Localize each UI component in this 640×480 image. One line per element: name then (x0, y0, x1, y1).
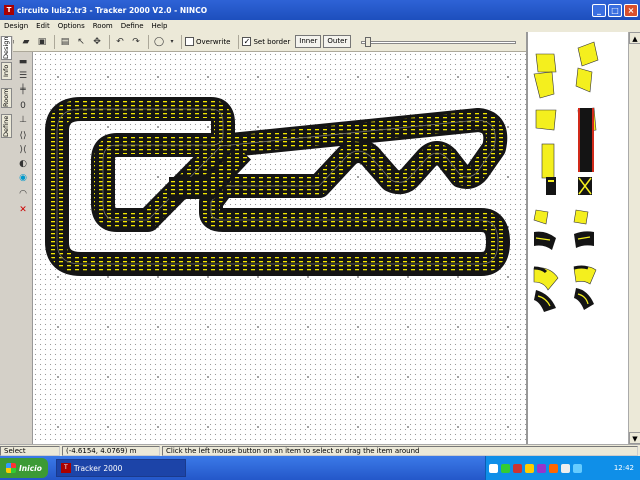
rotate-icon[interactable]: ◐ (16, 158, 30, 170)
open-folder-icon[interactable]: ▰ (19, 35, 33, 49)
palette-curve-mixed-2[interactable] (573, 265, 597, 285)
set-border-checkbox-box[interactable]: ✓ (242, 37, 252, 46)
tray-icon-4[interactable] (525, 463, 534, 473)
windows-logo-icon (6, 463, 16, 473)
piece-palette: ▲ ▼ (526, 32, 640, 444)
taskbar-app-button[interactable]: T Tracker 2000 (55, 459, 186, 477)
slider-thumb[interactable] (365, 36, 372, 47)
lane-markings (48, 100, 507, 273)
network-icon[interactable] (573, 463, 582, 473)
design-canvas[interactable] (33, 52, 526, 444)
delete-icon[interactable]: ✕ (16, 204, 30, 216)
maximize-icon[interactable]: □ (608, 3, 622, 17)
palette-curve-dark-1[interactable] (534, 231, 556, 250)
menu-edit[interactable]: Edit (32, 22, 54, 30)
palette-curve-piece-2[interactable] (577, 41, 599, 67)
minimize-icon[interactable]: _ (592, 3, 606, 17)
tab-design[interactable]: Design (1, 36, 12, 60)
tab-room[interactable]: Room (1, 88, 12, 108)
circle-tool-icon[interactable]: ◯ (152, 35, 166, 49)
palette-scrollbar[interactable]: ▲ ▼ (628, 32, 640, 444)
taskbar: Inicio T Tracker 2000 12:42 (0, 456, 640, 480)
toolbar-divider (109, 34, 110, 49)
title-bar: T circuito luis2.tr3 - Tracker 2000 V2.0… (0, 0, 640, 20)
palette-curve-piece-3[interactable] (533, 71, 555, 99)
tray-icon-3[interactable] (513, 463, 522, 473)
inner-button[interactable]: Inner (295, 35, 322, 48)
toolbar-divider (54, 34, 55, 49)
palette-curve-piece-4[interactable] (575, 67, 593, 93)
overwrite-checkbox[interactable]: Overwrite (185, 37, 230, 46)
status-hint: Click the left mouse button on an item t… (162, 445, 638, 456)
close-icon[interactable]: × (624, 3, 638, 17)
status-mode: Select (0, 445, 60, 456)
overwrite-checkbox-box[interactable] (185, 37, 194, 46)
palette-cross-piece[interactable] (578, 177, 592, 195)
undo-icon[interactable]: ↶ (113, 35, 127, 49)
oval-piece-icon[interactable]: 0 (16, 100, 30, 112)
tray-icon-5[interactable] (537, 463, 546, 473)
flip-icon[interactable]: ⟨⟩ (16, 130, 30, 142)
mirror-icon[interactable]: ⟩⟨ (16, 144, 30, 156)
crossing-piece-icon[interactable]: ╪ (16, 84, 30, 96)
chicane-piece-icon[interactable]: ⊥ (16, 114, 30, 126)
palette-straight-border[interactable] (578, 108, 594, 172)
start-button[interactable]: Inicio (0, 458, 48, 478)
palette-curve-piece-5[interactable] (535, 109, 557, 131)
app-icon: T (60, 463, 71, 473)
menu-room[interactable]: Room (89, 22, 117, 30)
zoom-slider[interactable] (361, 36, 517, 48)
palette-pieces (533, 41, 599, 312)
redo-icon[interactable]: ↷ (129, 35, 143, 49)
slider-track (361, 40, 517, 44)
tab-define[interactable]: Define (1, 114, 12, 138)
palette-lane-change-2[interactable] (573, 209, 589, 225)
tray-icon-2[interactable] (501, 463, 510, 473)
menu-design[interactable]: Design (0, 22, 32, 30)
toolbar-divider (238, 34, 240, 49)
save-icon[interactable]: ▣ (35, 35, 49, 49)
clock: 12:42 (613, 464, 634, 472)
straight-piece-icon[interactable]: ▬ (16, 56, 30, 68)
palette-curve-mixed-1[interactable] (533, 266, 559, 291)
menu-help[interactable]: Help (148, 22, 172, 30)
palette-curve-piece-1[interactable] (535, 53, 557, 73)
app-icon: T (4, 5, 14, 15)
toolbar-divider (181, 34, 182, 49)
tab-info[interactable]: Info (1, 62, 12, 80)
pointer-icon[interactable]: ↖ (74, 35, 88, 49)
set-border-checkbox[interactable]: ✓ Set border (242, 37, 290, 46)
speaker-icon[interactable] (561, 463, 570, 473)
system-tray: 12:42 (485, 456, 640, 480)
move-icon[interactable]: ✥ (90, 35, 104, 49)
outer-button[interactable]: Outer (323, 35, 352, 48)
tray-icon-1[interactable] (489, 463, 498, 473)
window-title: circuito luis2.tr3 - Tracker 2000 V2.0 -… (17, 5, 208, 15)
status-coordinates: (-4.6154, 4.0769) m (62, 445, 160, 456)
menu-bar: Design Edit Options Room Define Help (0, 20, 640, 32)
menu-define[interactable]: Define (117, 22, 148, 30)
scroll-down-icon[interactable]: ▼ (629, 432, 640, 444)
status-bar: Select (-4.6154, 4.0769) m Click the lef… (0, 444, 640, 456)
scroll-up-icon[interactable]: ▲ (629, 32, 640, 44)
tray-icon-6[interactable] (549, 463, 558, 473)
track-layout (45, 97, 510, 276)
rotate-colour-icon[interactable]: ◉ (16, 172, 30, 184)
menu-options[interactable]: Options (54, 22, 89, 30)
curve-piece-icon[interactable]: ◠ (16, 188, 30, 200)
palette-short-dark[interactable] (546, 177, 556, 195)
piece-tool-column: ▬ ☰ ╪ 0 ⊥ ⟨⟩ ⟩⟨ ◐ ◉ ◠ ✕ (13, 52, 33, 444)
toolbar-divider (148, 34, 149, 49)
toolbar: ▭ ▰ ▣ ▤ ↖ ✥ ↶ ↷ ◯ ▾ Overwrite ✓Set borde… (0, 32, 526, 52)
double-straight-icon[interactable]: ☰ (16, 70, 30, 82)
palette-lane-change-1[interactable] (533, 209, 549, 225)
palette-curve-dark-3[interactable] (534, 290, 556, 312)
palette-curve-dark-4[interactable] (574, 288, 594, 310)
left-tab-strip: Design Info Room Define (0, 36, 13, 444)
print-icon[interactable]: ▤ (58, 35, 72, 49)
palette-curve-dark-2[interactable] (574, 231, 594, 248)
palette-straight-yellow[interactable] (541, 143, 555, 179)
dropdown-arrow-icon[interactable]: ▾ (168, 35, 176, 49)
